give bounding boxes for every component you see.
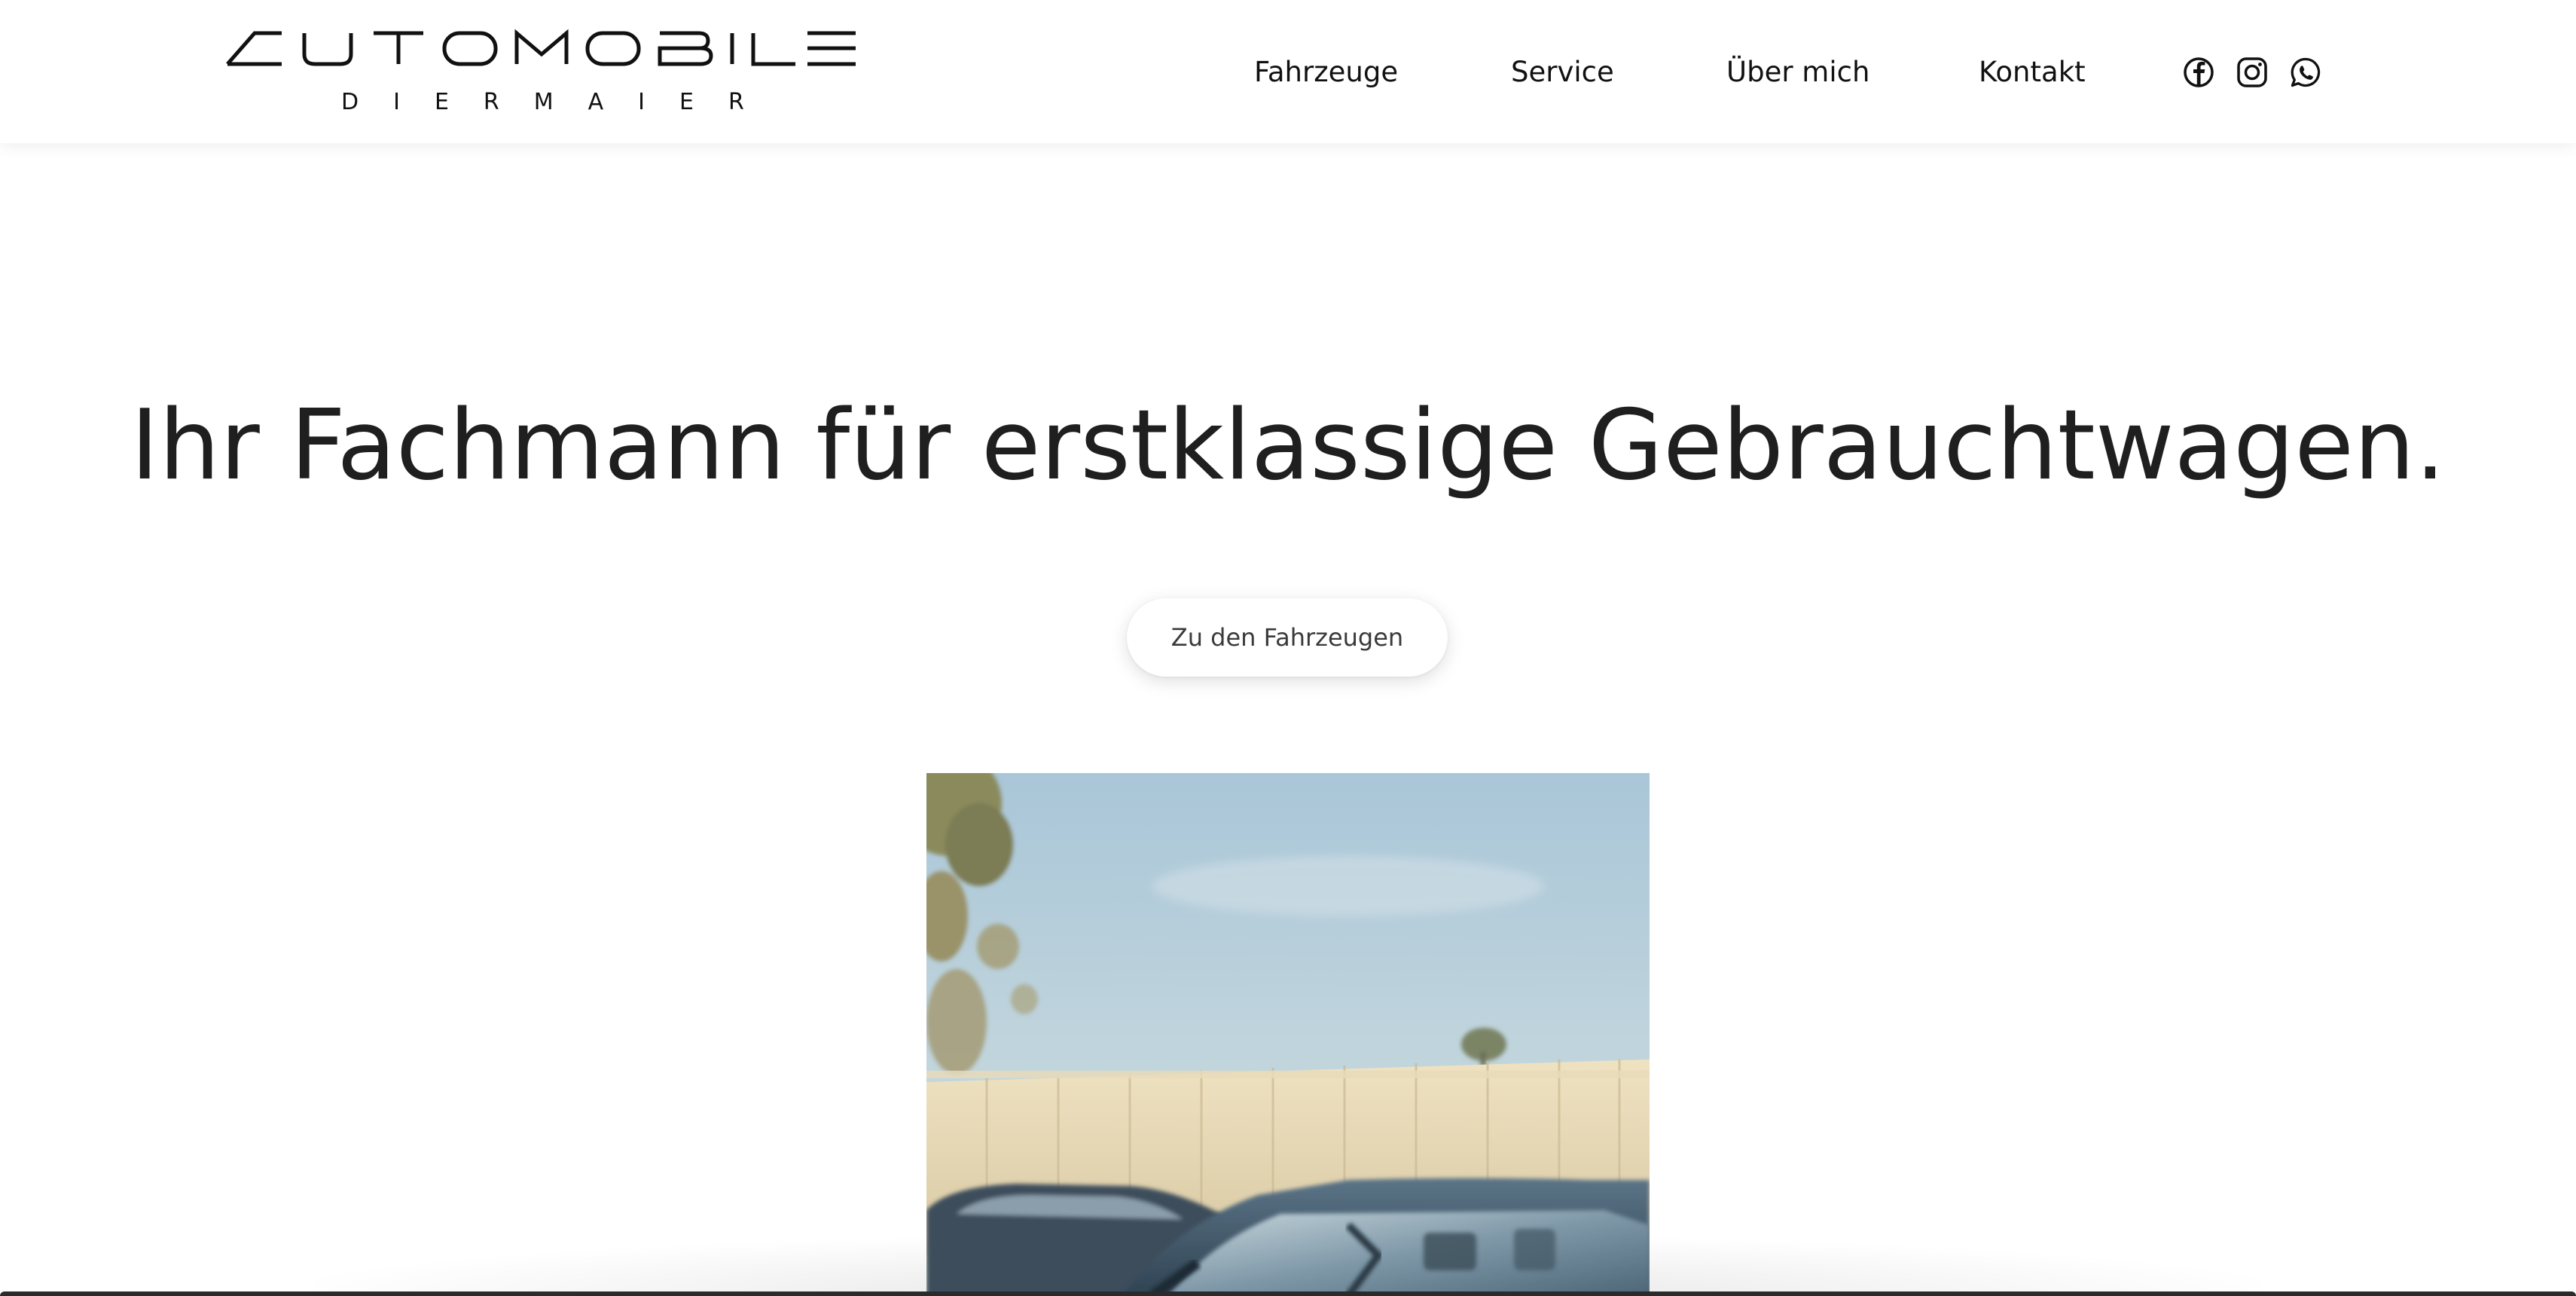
nav-link-service[interactable]: Service bbox=[1511, 53, 1614, 92]
viewport-bottom-edge bbox=[0, 1291, 2576, 1296]
browse-vehicles-button[interactable]: Zu den Fahrzeugen bbox=[1127, 598, 1448, 677]
instagram-icon[interactable] bbox=[2236, 56, 2269, 89]
site-header: DIERMAIER Fahrzeuge Service Über mich Ko… bbox=[0, 0, 2576, 143]
page: DIERMAIER Fahrzeuge Service Über mich Ko… bbox=[0, 0, 2576, 1296]
brand-logo-graphic: DIERMAIER bbox=[226, 29, 856, 115]
nav-link-fahrzeuge[interactable]: Fahrzeuge bbox=[1254, 53, 1398, 92]
nav-link-kontakt[interactable]: Kontakt bbox=[1979, 53, 2086, 92]
facebook-icon[interactable] bbox=[2182, 56, 2215, 89]
whatsapp-icon[interactable] bbox=[2289, 56, 2322, 89]
hero-headline: Ihr Fachmann für erstklassige Gebrauchtw… bbox=[130, 390, 2446, 502]
logo-subtitle: DIERMAIER bbox=[341, 89, 779, 115]
hero-car-photo bbox=[926, 773, 1650, 1296]
nav-link-ueber-mich[interactable]: Über mich bbox=[1726, 53, 1869, 92]
brand-logo[interactable]: DIERMAIER bbox=[226, 29, 859, 115]
